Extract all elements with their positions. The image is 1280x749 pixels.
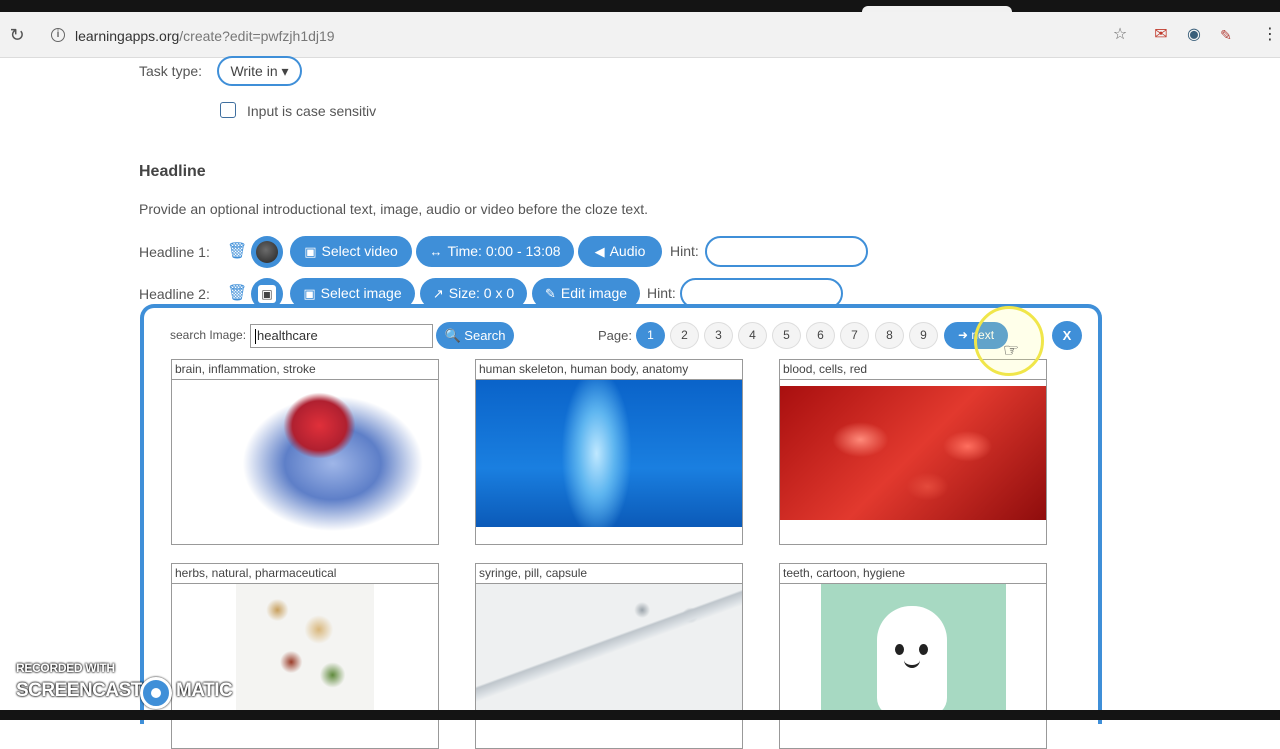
page-button-5[interactable]: 5 bbox=[772, 322, 801, 349]
image-result-card[interactable]: herbs, natural, pharmaceutical bbox=[171, 563, 439, 749]
edit-image-label: Edit image bbox=[560, 285, 628, 301]
hand-cursor-icon: ☞ bbox=[1003, 340, 1020, 360]
image-result-card[interactable]: blood, cells, red bbox=[779, 359, 1047, 545]
case-sensitive-label: Input is case sensitiv bbox=[247, 103, 377, 119]
url-host: learningapps.org bbox=[75, 28, 180, 44]
image-result-card[interactable]: human skeleton, human body, anatomy bbox=[475, 359, 743, 545]
pdf-extension-icon[interactable]: ✎ bbox=[1216, 25, 1236, 45]
text-caret bbox=[255, 329, 256, 345]
select-image-label: Select image bbox=[320, 285, 402, 301]
url-field[interactable]: learningapps.org/create?edit=pwfzjh1dj19 bbox=[75, 28, 335, 44]
time-label: Time: 0:00 - 13:08 bbox=[447, 243, 561, 259]
arrow-right-icon: ➜ bbox=[957, 328, 969, 342]
hint1-input[interactable] bbox=[705, 236, 868, 267]
page-button-1[interactable]: 1 bbox=[636, 322, 665, 349]
hint1-label: Hint: bbox=[670, 243, 699, 259]
image-tags: human skeleton, human body, anatomy bbox=[476, 360, 742, 380]
page-button-6[interactable]: 6 bbox=[806, 322, 835, 349]
image-placeholder-icon: ▣ bbox=[258, 285, 276, 303]
headline2-label: Headline 2: bbox=[139, 286, 210, 302]
page-button-4[interactable]: 4 bbox=[738, 322, 767, 349]
video-thumbnail bbox=[256, 241, 278, 263]
mail-extension-icon[interactable]: ✉ bbox=[1151, 25, 1171, 45]
image-tags: syringe, pill, capsule bbox=[476, 564, 742, 584]
url-path: /create?edit=pwfzjh1dj19 bbox=[179, 28, 335, 44]
page-button-7[interactable]: 7 bbox=[840, 322, 869, 349]
bookmark-star-icon[interactable]: ☆ bbox=[1110, 25, 1130, 45]
window-bottom-edge bbox=[0, 710, 1280, 720]
herbs-image bbox=[236, 584, 374, 714]
page-button-9[interactable]: 9 bbox=[909, 322, 938, 349]
image-result-card[interactable]: syringe, pill, capsule bbox=[475, 563, 743, 749]
watermark-recorded-with: RECORDED WITH bbox=[16, 661, 115, 675]
select-video-label: Select video bbox=[321, 243, 398, 259]
tooth-shape bbox=[877, 606, 947, 716]
audio-label: Audio bbox=[609, 243, 646, 259]
search-icon: 🔍 bbox=[444, 328, 461, 343]
audio-button[interactable]: ◀ Audio bbox=[578, 236, 662, 267]
eye-extension-icon[interactable]: ◉ bbox=[1184, 25, 1204, 45]
screencast-logo-icon bbox=[140, 677, 172, 709]
caret-down-icon: ▾ bbox=[281, 63, 289, 79]
image-result-card[interactable]: teeth, cartoon, hygiene bbox=[779, 563, 1047, 749]
watermark-screencast: SCREENCAST bbox=[16, 680, 142, 701]
trash-icon[interactable]: 🗑 bbox=[227, 285, 247, 303]
film-icon: ▣ bbox=[304, 244, 317, 259]
search-image-label: search Image: bbox=[170, 328, 247, 342]
tooth-cartoon-image bbox=[821, 584, 1006, 716]
browser-address-bar: ↻ i learningapps.org/create?edit=pwfzjh1… bbox=[0, 12, 1280, 58]
task-type-label: Task type: bbox=[139, 63, 203, 79]
menu-more-icon[interactable]: ⋮ bbox=[1260, 25, 1280, 45]
task-type-select[interactable]: Write in ▾ bbox=[217, 56, 302, 86]
image-result-card[interactable]: brain, inflammation, stroke bbox=[171, 359, 439, 545]
trash-icon[interactable]: 🗑 bbox=[227, 243, 247, 261]
reload-icon[interactable]: ↻ bbox=[8, 26, 26, 44]
search-image-input[interactable]: healthcare bbox=[250, 324, 433, 348]
speaker-icon: ◀ bbox=[594, 244, 605, 259]
info-icon[interactable]: i bbox=[51, 28, 65, 42]
search-button[interactable]: 🔍 Search bbox=[436, 322, 514, 349]
blood-cells-image bbox=[780, 386, 1046, 520]
window-top-edge bbox=[0, 0, 1280, 12]
page-button-3[interactable]: 3 bbox=[704, 322, 733, 349]
select-video-button[interactable]: ▣ Select video bbox=[290, 236, 412, 267]
brain-image bbox=[172, 380, 438, 532]
arrows-horizontal-icon: ↔ bbox=[429, 244, 443, 259]
page-button-8[interactable]: 8 bbox=[875, 322, 904, 349]
page-label: Page: bbox=[598, 328, 632, 343]
task-type-value: Write in bbox=[230, 63, 278, 79]
image-tags: teeth, cartoon, hygiene bbox=[780, 564, 1046, 584]
time-button[interactable]: ↔ Time: 0:00 - 13:08 bbox=[416, 236, 574, 267]
page-button-2[interactable]: 2 bbox=[670, 322, 699, 349]
close-dialog-button[interactable]: X bbox=[1052, 321, 1082, 350]
video-thumbnail-button[interactable] bbox=[251, 236, 283, 268]
headline-title: Headline bbox=[139, 163, 206, 180]
syringe-image bbox=[476, 584, 742, 714]
image-tags: herbs, natural, pharmaceutical bbox=[172, 564, 438, 584]
case-sensitive-checkbox[interactable] bbox=[220, 102, 236, 118]
headline1-label: Headline 1: bbox=[139, 244, 210, 260]
watermark-matic: MATIC bbox=[176, 680, 233, 701]
size-label: Size: 0 x 0 bbox=[448, 285, 515, 301]
hint2-label: Hint: bbox=[647, 285, 676, 301]
headline-description: Provide an optional introductional text,… bbox=[139, 201, 648, 217]
image-tags: brain, inflammation, stroke bbox=[172, 360, 438, 380]
skeleton-image bbox=[476, 380, 742, 527]
search-button-label: Search bbox=[464, 328, 506, 343]
search-query: healthcare bbox=[257, 328, 318, 343]
